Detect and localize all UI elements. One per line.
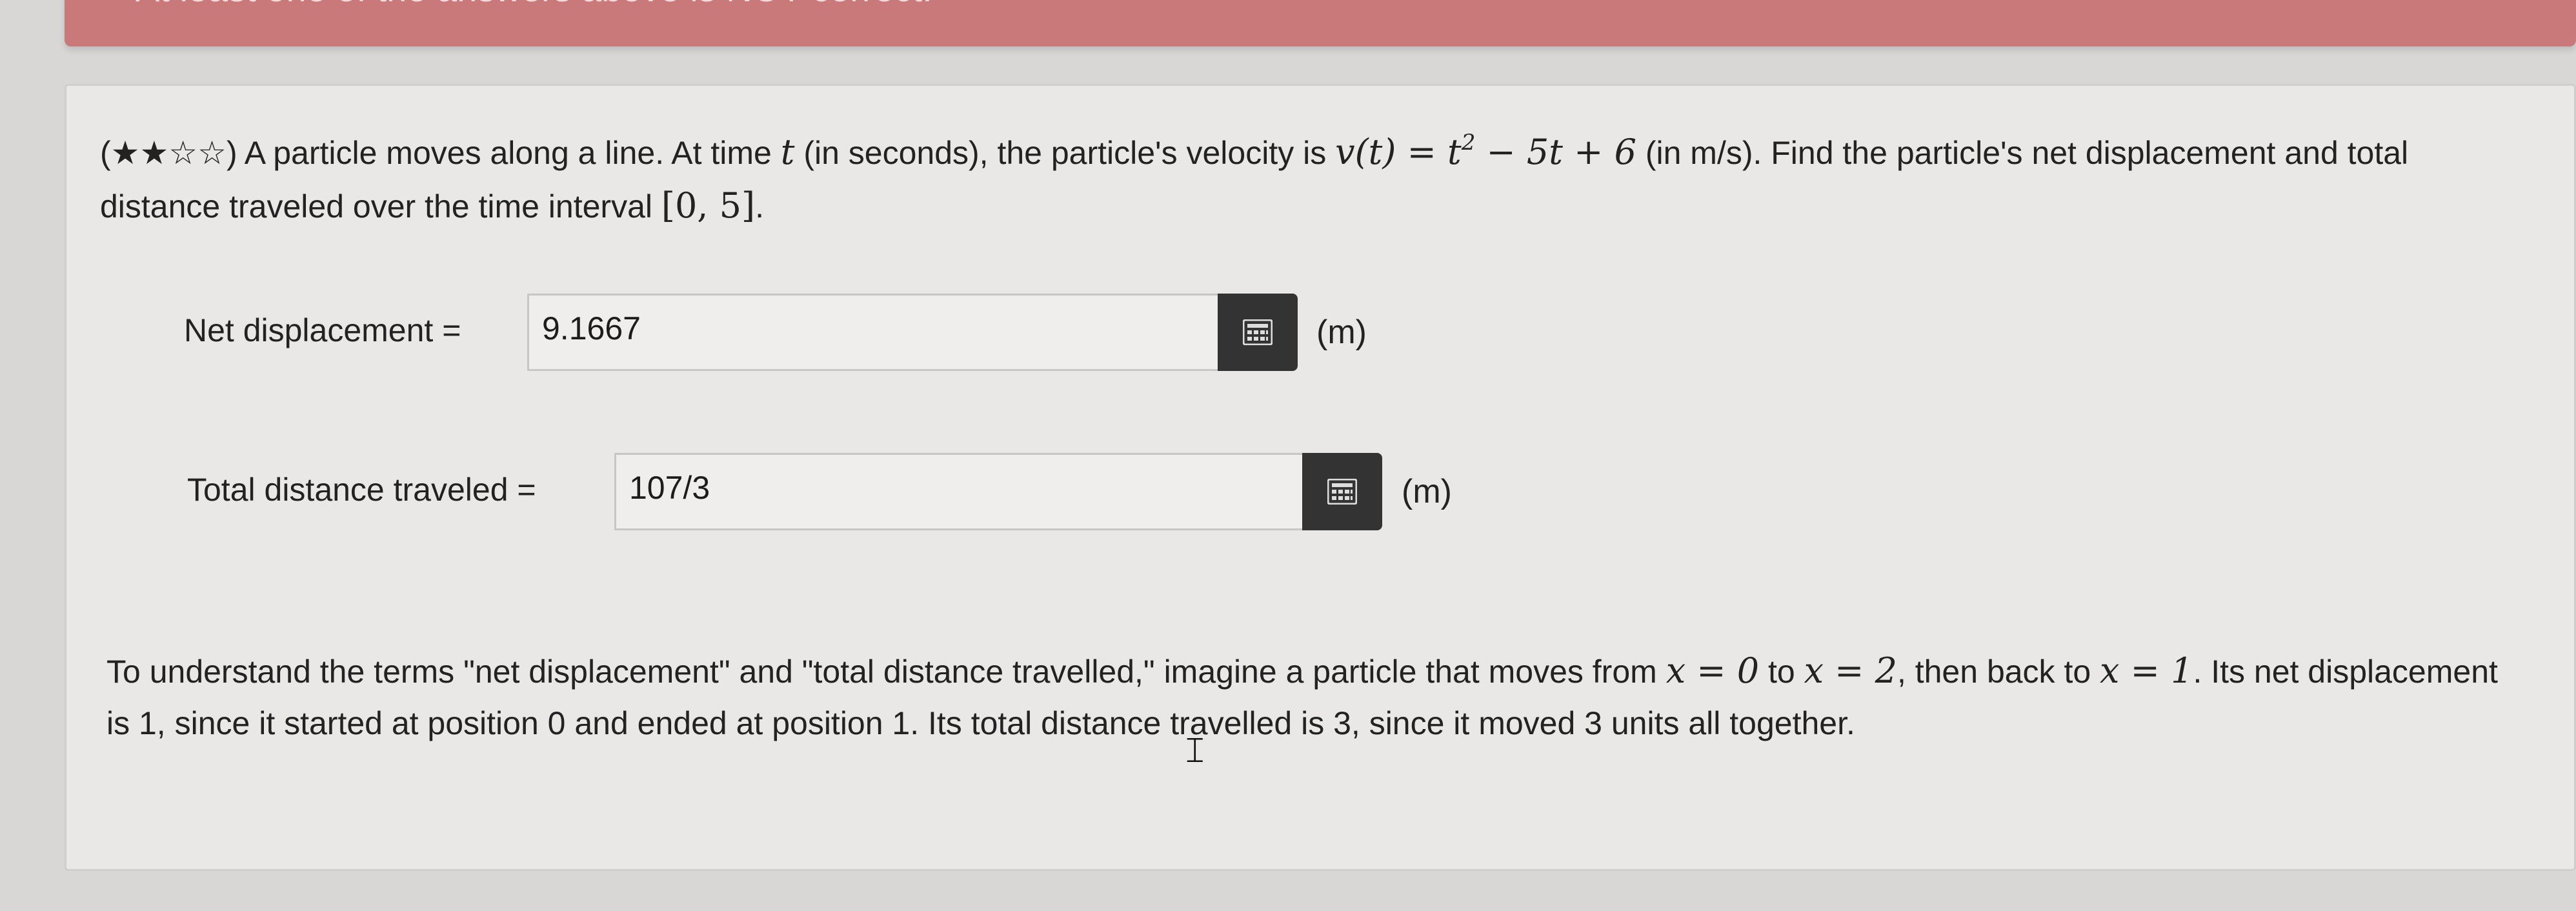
math-t: t — [780, 132, 795, 172]
math-velocity: v(t) = t2 − 5t + 6 — [1335, 130, 1636, 172]
math-interval: [0, 5] — [661, 185, 756, 226]
net-displacement-input[interactable]: 9.1667 — [527, 294, 1218, 371]
math-x-eq-1: x = 1 — [2100, 650, 2193, 691]
math-x-eq-2: x = 2 — [1804, 650, 1897, 691]
question-text: (★★☆☆) A particle moves along a line. At… — [100, 130, 2409, 226]
total-distance-label: Total distance traveled = — [187, 472, 536, 508]
math-x-eq-0: x = 0 — [1665, 650, 1760, 691]
net-displacement-unit: (m) — [1316, 314, 1367, 351]
net-displacement-label: Net displacement = — [184, 312, 461, 348]
total-distance-keypad-button[interactable] — [1302, 453, 1382, 530]
total-distance-unit: (m) — [1402, 473, 1452, 510]
alert-text: At least one of the answers above is NOT… — [136, 0, 932, 10]
answer-row-net-displacement: Net displacement = 9.1667 (m) — [0, 294, 1484, 371]
text-cursor-icon: 𝙸 — [1182, 729, 1208, 771]
total-distance-input[interactable]: 107/3 — [614, 453, 1302, 530]
calculator-keypad-icon — [1327, 479, 1357, 505]
hint-text: To understand the terms "net displacemen… — [106, 650, 2498, 741]
net-displacement-keypad-button[interactable] — [1218, 294, 1298, 371]
alert-banner: At least one of the answers above is NOT… — [65, 0, 2576, 46]
difficulty-stars: (★★☆☆) — [100, 135, 237, 171]
calculator-keypad-icon — [1243, 319, 1273, 345]
answer-row-total-distance: Total distance traveled = 107/3 (m) — [0, 453, 1549, 530]
